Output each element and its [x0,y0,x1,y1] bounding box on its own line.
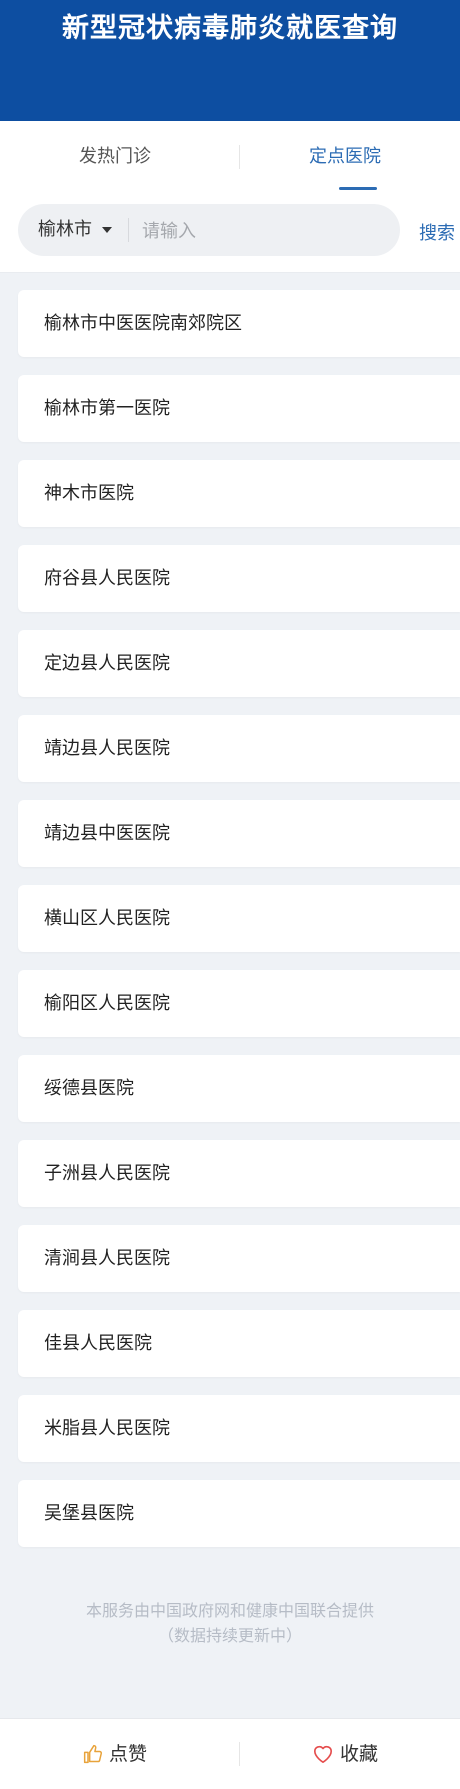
hospital-name: 绥德县医院 [44,1078,134,1099]
hospital-name: 吴堡县医院 [44,1503,134,1524]
city-select[interactable]: 榆林市 [38,204,92,256]
hospital-card[interactable]: 靖边县中医医院 [18,800,460,867]
hospital-name: 神木市医院 [44,483,134,504]
hospital-name: 佳县人民医院 [44,1333,152,1354]
hospital-card[interactable]: 定边县人民医院 [18,630,460,697]
hospital-name: 定边县人民医院 [44,653,170,674]
hospital-name: 府谷县人民医院 [44,568,170,589]
hospital-card[interactable]: 横山区人民医院 [18,885,460,952]
favorite-label: 收藏 [339,1743,378,1765]
hospital-name: 清涧县人民医院 [44,1248,170,1269]
tab-designated-hospitals[interactable]: 定点医院 [230,121,460,196]
footer-line-1: 本服务由中国政府网和健康中国联合提供 [85,1601,374,1620]
hospital-card[interactable]: 子洲县人民医院 [18,1140,460,1207]
hospital-name: 榆林市中医医院南郊院区 [44,313,242,334]
hospital-card[interactable]: 靖边县人民医院 [18,715,460,782]
tab-bar: 发热门诊 定点医院 [0,121,460,196]
hospital-card[interactable]: 榆阳区人民医院 [18,970,460,1037]
hospital-name: 榆阳区人民医院 [44,993,170,1014]
footer-note: 本服务由中国政府网和健康中国联合提供 （数据持续更新中） [0,1598,460,1648]
like-label: 点赞 [108,1743,147,1765]
bottom-bar: 点赞 收藏 [0,1718,460,1789]
tab-fever-clinic[interactable]: 发热门诊 [0,121,230,196]
hospital-name: 横山区人民医院 [44,908,170,929]
hospital-card[interactable]: 榆林市中医医院南郊院区 [18,290,460,357]
hospital-name: 靖边县中医医院 [44,823,170,844]
hospital-name: 米脂县人民医院 [44,1418,170,1439]
hospital-card[interactable]: 吴堡县医院 [18,1480,460,1547]
footer-line-2: （数据持续更新中） [157,1626,302,1645]
hospital-name: 子洲县人民医院 [44,1163,170,1184]
hospital-card[interactable]: 米脂县人民医院 [18,1395,460,1462]
active-tab-indicator [339,187,377,190]
thumbs-up-icon [83,1744,103,1764]
search-divider [128,218,129,242]
hospital-card[interactable]: 神木市医院 [18,460,460,527]
search-button[interactable]: 搜索 [419,196,455,272]
hospital-card[interactable]: 榆林市第一医院 [18,375,460,442]
hospital-card[interactable]: 佳县人民医院 [18,1310,460,1377]
hospital-card[interactable]: 清涧县人民医院 [18,1225,460,1292]
heart-icon [313,1745,332,1763]
caret-down-icon[interactable] [102,227,112,233]
favorite-button[interactable]: 收藏 [230,1719,460,1789]
header: 新型冠状病毒肺炎就医查询 [0,0,460,121]
search-input[interactable] [140,204,384,258]
page-title: 新型冠状病毒肺炎就医查询 [62,13,398,44]
hospital-name: 榆林市第一医院 [44,398,170,419]
search-bar: 榆林市 搜索 [0,196,460,273]
hospital-name: 靖边县人民医院 [44,738,170,759]
hospital-card[interactable]: 府谷县人民医院 [18,545,460,612]
like-button[interactable]: 点赞 [0,1719,230,1789]
search-box: 榆林市 [18,204,400,258]
hospital-card[interactable]: 绥德县医院 [18,1055,460,1122]
